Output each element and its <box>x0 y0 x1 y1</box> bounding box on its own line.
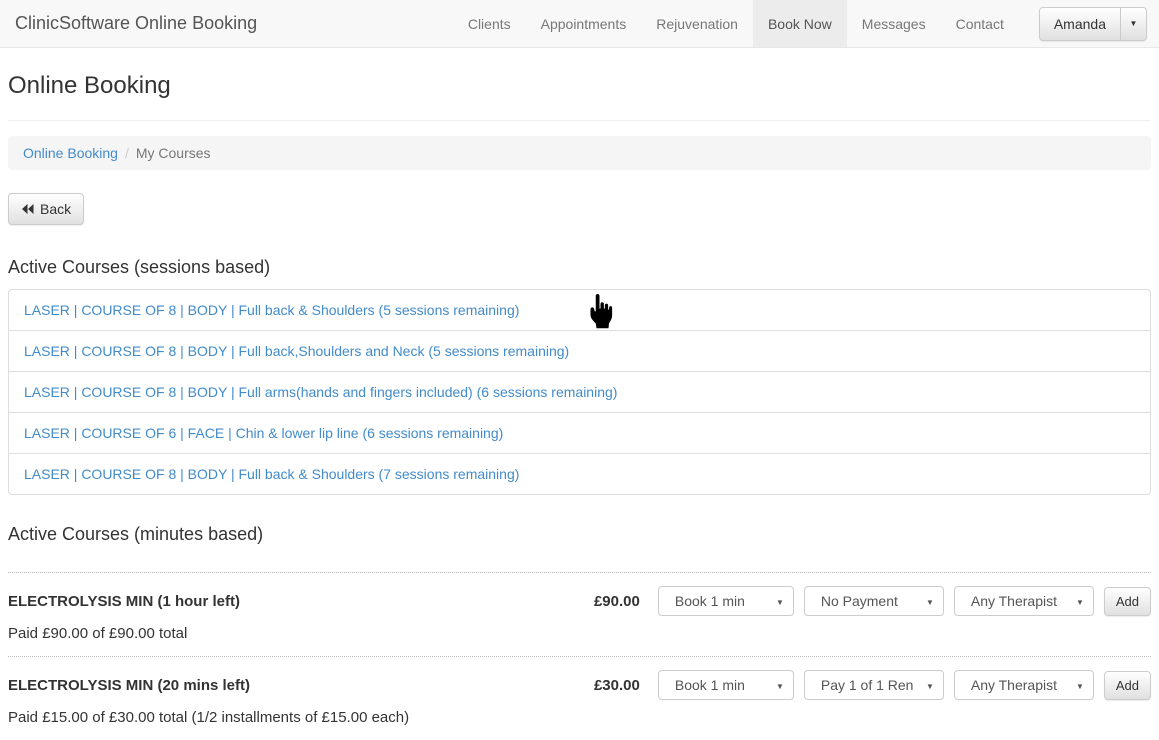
nav-item-book-now[interactable]: Book Now <box>753 0 847 47</box>
therapist-value: Any Therapist <box>971 677 1057 693</box>
course-link[interactable]: LASER | COURSE OF 6 | FACE | Chin & lowe… <box>24 425 503 441</box>
payment-select[interactable]: Pay 1 of 1 Ren ▼ <box>804 670 944 700</box>
book-duration-select[interactable]: Book 1 min ▼ <box>658 670 794 700</box>
payment-value: No Payment <box>821 593 898 609</box>
book-duration-value: Book 1 min <box>675 593 745 609</box>
course-name: ELECTROLYSIS MIN (1 hour left) <box>8 593 594 610</box>
therapist-select[interactable]: Any Therapist ▼ <box>954 670 1094 700</box>
user-dropdown-caret[interactable]: ▼ <box>1121 7 1147 41</box>
course-name: ELECTROLYSIS MIN (20 mins left) <box>8 677 594 694</box>
minutes-course-list: ELECTROLYSIS MIN (1 hour left) £90.00 Bo… <box>8 572 1151 740</box>
nav-items: Clients Appointments Rejuvenation Book N… <box>453 0 1019 47</box>
breadcrumb-link-online-booking[interactable]: Online Booking <box>23 145 118 161</box>
book-duration-select[interactable]: Book 1 min ▼ <box>658 586 794 616</box>
user-button-group: Amanda ▼ <box>1039 0 1151 47</box>
breadcrumb: Online Booking / My Courses <box>8 136 1151 170</box>
select-caret-icon: ▼ <box>1076 598 1084 607</box>
select-caret-icon: ▼ <box>776 598 784 607</box>
page-title: Online Booking <box>8 72 1151 100</box>
select-caret-icon: ▼ <box>776 682 784 691</box>
caret-down-icon: ▼ <box>1130 19 1138 28</box>
therapist-select[interactable]: Any Therapist ▼ <box>954 586 1094 616</box>
select-caret-icon: ▼ <box>926 682 934 691</box>
nav-item-contact[interactable]: Contact <box>941 0 1019 47</box>
paid-status: Paid £15.00 of £30.00 total (1/2 install… <box>8 709 1151 726</box>
brand-title[interactable]: ClinicSoftware Online Booking <box>8 0 264 47</box>
add-button[interactable]: Add <box>1104 587 1151 616</box>
nav-item-rejuvenation[interactable]: Rejuvenation <box>641 0 753 47</box>
breadcrumb-separator: / <box>118 145 136 161</box>
back-button-label: Back <box>40 201 71 217</box>
back-button[interactable]: Back <box>8 193 84 225</box>
course-list-item[interactable]: LASER | COURSE OF 8 | BODY | Full arms(h… <box>8 372 1151 413</box>
sessions-course-list: LASER | COURSE OF 8 | BODY | Full back &… <box>8 289 1151 495</box>
sessions-section-heading: Active Courses (sessions based) <box>8 257 1151 278</box>
navbar-spacer <box>264 0 453 47</box>
course-link[interactable]: LASER | COURSE OF 8 | BODY | Full back &… <box>24 466 519 482</box>
add-button[interactable]: Add <box>1104 671 1151 700</box>
therapist-value: Any Therapist <box>971 593 1057 609</box>
breadcrumb-current: My Courses <box>136 145 211 161</box>
payment-select[interactable]: No Payment ▼ <box>804 586 944 616</box>
minutes-section-heading: Active Courses (minutes based) <box>8 524 1151 545</box>
course-price: £90.00 <box>594 593 640 610</box>
course-list-item[interactable]: LASER | COURSE OF 8 | BODY | Full back &… <box>8 454 1151 495</box>
select-caret-icon: ▼ <box>1076 682 1084 691</box>
course-list-item[interactable]: LASER | COURSE OF 6 | FACE | Chin & lowe… <box>8 413 1151 454</box>
nav-item-clients[interactable]: Clients <box>453 0 526 47</box>
paid-status: Paid £90.00 of £90.00 total <box>8 625 1151 642</box>
select-caret-icon: ▼ <box>926 598 934 607</box>
minute-course-row: ELECTROLYSIS MIN (1 hour left) £90.00 Bo… <box>8 572 1151 656</box>
course-price: £30.00 <box>594 677 640 694</box>
payment-value: Pay 1 of 1 Ren <box>821 677 914 693</box>
user-button[interactable]: Amanda <box>1039 7 1121 41</box>
course-link[interactable]: LASER | COURSE OF 8 | BODY | Full back &… <box>24 302 519 318</box>
course-list-item[interactable]: LASER | COURSE OF 8 | BODY | Full back &… <box>8 289 1151 331</box>
top-navbar: ClinicSoftware Online Booking Clients Ap… <box>0 0 1159 48</box>
title-divider <box>8 120 1151 121</box>
course-list-item[interactable]: LASER | COURSE OF 8 | BODY | Full back,S… <box>8 331 1151 372</box>
book-duration-value: Book 1 min <box>675 677 745 693</box>
nav-item-messages[interactable]: Messages <box>847 0 941 47</box>
course-link[interactable]: LASER | COURSE OF 8 | BODY | Full back,S… <box>24 343 569 359</box>
backward-icon <box>21 203 34 215</box>
course-link[interactable]: LASER | COURSE OF 8 | BODY | Full arms(h… <box>24 384 617 400</box>
minute-course-row: ELECTROLYSIS MIN (20 mins left) £30.00 B… <box>8 656 1151 740</box>
nav-item-appointments[interactable]: Appointments <box>526 0 642 47</box>
